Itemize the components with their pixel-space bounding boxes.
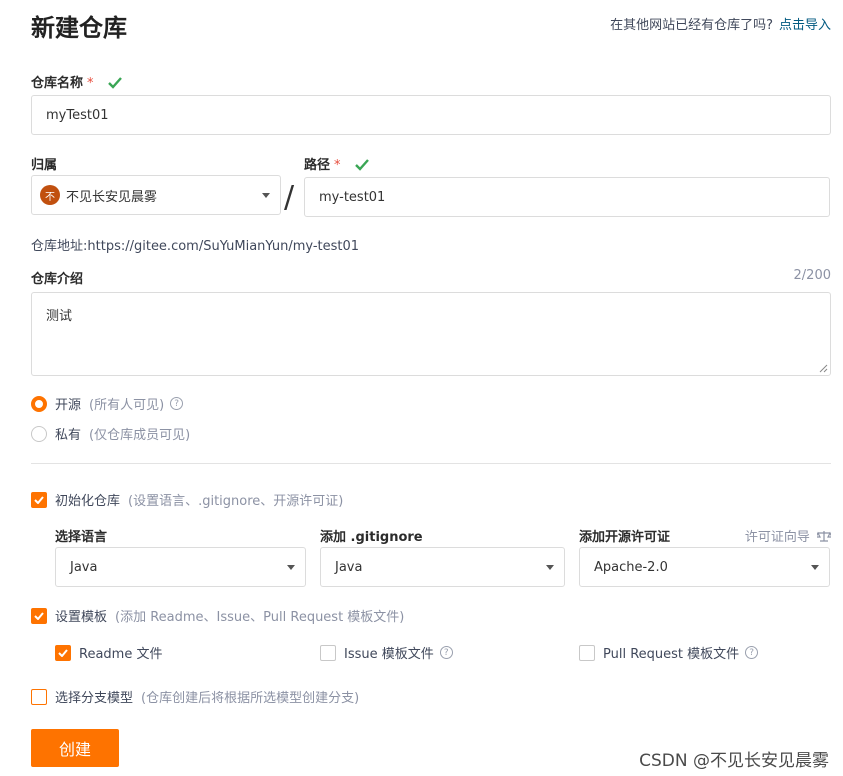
branch-model-checkbox-row[interactable]: 选择分支模型 (仓库创建后将根据所选模型创建分支) [31, 687, 359, 706]
gitignore-label: 添加 .gitignore [320, 530, 423, 545]
checkbox-checked-icon[interactable] [31, 607, 47, 624]
required-mark: * [334, 158, 341, 173]
checkbox-unchecked-icon[interactable] [31, 688, 47, 705]
help-icon[interactable]: ? [745, 646, 759, 659]
description-counter: 2/200 [793, 268, 831, 283]
repo-name-label-text: 仓库名称 [31, 76, 84, 91]
branch-model-hint: (仓库创建后将根据所选模型创建分支) [141, 691, 360, 706]
checkbox-unchecked-icon[interactable] [320, 644, 336, 661]
required-mark: * [87, 76, 94, 91]
issue-template-label: Issue 模板文件 [344, 647, 434, 662]
path-separator: / [284, 180, 295, 215]
license-guide-link[interactable]: 许可证向导 [744, 526, 833, 545]
visibility-label: 开源 [55, 398, 82, 413]
owner-value: 不见长安见晨雾 [66, 189, 158, 205]
chevron-down-icon [287, 565, 295, 570]
gitignore-select[interactable]: Java [320, 547, 565, 587]
import-prompt-text: 在其他网站已经有仓库了吗? [610, 18, 773, 33]
template-hint: (添加 Readme、Issue、Pull Request 模板文件) [115, 610, 405, 625]
init-repo-checkbox-row[interactable]: 初始化仓库 (设置语言、.gitignore、开源许可证) [31, 490, 343, 509]
visibility-hint: (所有人可见) [89, 398, 165, 413]
checkbox-unchecked-icon[interactable] [579, 644, 595, 661]
repo-name-input[interactable]: myTest01 [31, 95, 831, 135]
template-label: 设置模板 [55, 610, 108, 625]
visibility-option-public[interactable]: 开源 (所有人可见) ? [31, 394, 184, 413]
visibility-hint: (仅仓库成员可见) [89, 428, 191, 443]
radio-selected-icon[interactable] [31, 395, 47, 412]
watermark: CSDN @不见长安见晨雾 [639, 751, 829, 771]
pr-template-label: Pull Request 模板文件 [603, 647, 740, 662]
gitignore-value: Java [335, 559, 363, 575]
create-button[interactable]: 创建 [31, 729, 119, 767]
description-value: 测试 [46, 309, 73, 324]
checkbox-checked-icon[interactable] [55, 644, 71, 661]
import-link[interactable]: 点击导入 [779, 18, 831, 33]
avatar: 不 [40, 185, 60, 205]
page-title: 新建仓库 [31, 14, 127, 42]
help-icon[interactable]: ? [170, 397, 184, 410]
radio-unselected-icon[interactable] [31, 425, 47, 442]
issue-template-checkbox-row[interactable]: Issue 模板文件 ? [320, 643, 453, 662]
readme-label: Readme 文件 [79, 647, 163, 662]
import-prompt: 在其他网站已经有仓库了吗? 点击导入 [610, 14, 831, 33]
repo-name-label: 仓库名称 * [31, 72, 122, 91]
owner-select[interactable]: 不 不见长安见晨雾 [31, 175, 281, 215]
template-checkbox-row[interactable]: 设置模板 (添加 Readme、Issue、Pull Request 模板文件) [31, 606, 404, 625]
license-guide-text: 许可证向导 [744, 530, 810, 545]
scale-icon [815, 531, 833, 542]
license-value: Apache-2.0 [594, 559, 668, 575]
resize-handle-icon[interactable] [819, 364, 828, 373]
help-icon[interactable]: ? [439, 646, 453, 659]
description-textarea[interactable]: 测试 [31, 292, 831, 376]
chevron-down-icon [546, 565, 554, 570]
repo-address: 仓库地址:https://gitee.com/SuYuMianYun/my-te… [31, 239, 360, 254]
visibility-option-private[interactable]: 私有 (仅仓库成员可见) [31, 424, 190, 443]
license-label: 添加开源许可证 [579, 530, 671, 545]
language-value: Java [70, 559, 98, 575]
description-label: 仓库介绍 [31, 272, 84, 287]
visibility-label: 私有 [55, 428, 82, 443]
chevron-down-icon [811, 565, 819, 570]
init-repo-hint: (设置语言、.gitignore、开源许可证) [128, 494, 344, 509]
path-input[interactable]: my-test01 [304, 177, 830, 217]
branch-model-label: 选择分支模型 [55, 691, 134, 706]
check-valid-icon [355, 159, 369, 171]
divider [31, 463, 831, 464]
language-label: 选择语言 [55, 530, 108, 545]
path-label: 路径 * [304, 154, 369, 173]
readme-checkbox-row[interactable]: Readme 文件 [55, 643, 162, 662]
chevron-down-icon [262, 193, 270, 198]
path-label-text: 路径 [304, 158, 331, 173]
owner-label: 归属 [31, 158, 58, 173]
language-select[interactable]: Java [55, 547, 306, 587]
license-select[interactable]: Apache-2.0 [579, 547, 830, 587]
checkbox-checked-icon[interactable] [31, 491, 47, 508]
check-valid-icon [108, 77, 122, 89]
pr-template-checkbox-row[interactable]: Pull Request 模板文件 ? [579, 643, 759, 662]
init-repo-label: 初始化仓库 [55, 494, 121, 509]
